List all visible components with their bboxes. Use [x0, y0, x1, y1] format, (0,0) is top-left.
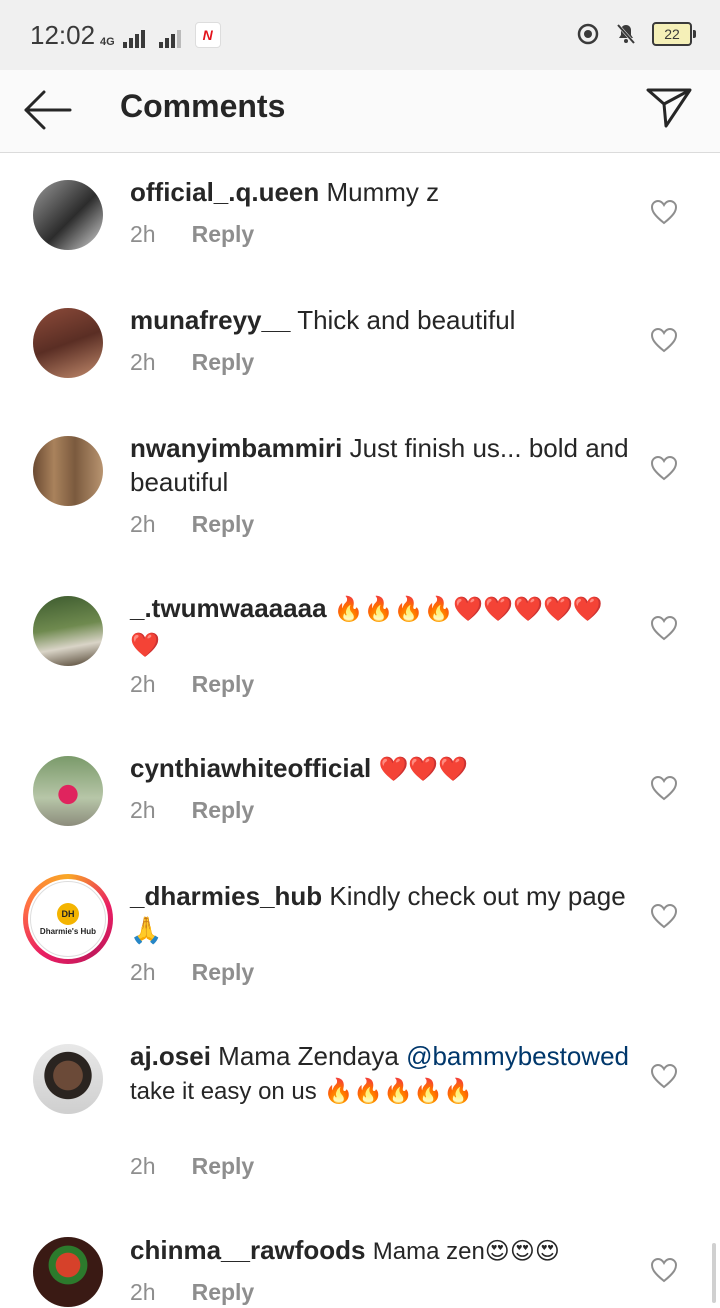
like-heart-icon[interactable] [650, 615, 678, 641]
reply-button[interactable]: Reply [192, 1279, 255, 1306]
comment-time: 2h [130, 1279, 156, 1305]
comment-meta: 2h Reply [130, 671, 254, 698]
comment-time: 2h [130, 349, 156, 375]
status-network-group: 4G N [100, 22, 221, 48]
avatar[interactable] [33, 1044, 103, 1114]
comment-body: _.twumwaaaaaa 🔥🔥🔥🔥❤️❤️❤️❤️❤️❤️ [130, 591, 630, 663]
comment-meta: 2h Reply [130, 1153, 254, 1180]
comment-text: ❤️❤️❤️ [378, 756, 469, 783]
comment-username[interactable]: munafreyy__ [130, 305, 290, 335]
avatar-story-ring[interactable]: DH Dharmie's Hub [23, 874, 113, 964]
status-system-group: 22 [576, 22, 696, 46]
avatar[interactable] [33, 756, 103, 826]
like-heart-icon[interactable] [650, 775, 678, 801]
notification-app-icon: N [194, 22, 221, 48]
comment-text-before: Mama Zendaya [218, 1041, 399, 1071]
comment-username[interactable]: _.twumwaaaaaa [130, 593, 327, 623]
comment-text: Mama zen😍😍😍 [372, 1238, 560, 1265]
comment-username[interactable]: official_.q.ueen [130, 177, 319, 207]
mention-link[interactable]: @bammybestowed [406, 1041, 629, 1071]
avatar[interactable] [33, 596, 103, 666]
brand-logo: DH [57, 902, 79, 925]
comments-list[interactable]: official_.q.ueen Mummy z 2h Reply munafr… [0, 153, 720, 1308]
comment-time: 2h [130, 511, 156, 537]
back-arrow-icon[interactable] [22, 84, 74, 136]
comment-meta: 2h Reply [130, 1279, 254, 1306]
signal-icon [122, 28, 145, 48]
comment-body: chinma__rawfoods Mama zen😍😍😍 [130, 1233, 630, 1269]
avatar[interactable] [33, 436, 103, 506]
comment-body: cynthiawhiteofficial ❤️❤️❤️ [130, 751, 630, 787]
like-heart-icon[interactable] [650, 903, 678, 929]
reply-button[interactable]: Reply [192, 349, 255, 376]
scrollbar[interactable] [712, 1243, 716, 1303]
like-heart-icon[interactable] [650, 1063, 678, 1089]
comment-time: 2h [130, 1153, 156, 1179]
comment-text: Thick and beautiful [297, 305, 516, 335]
status-bar: 12:02 4G N 22 [0, 0, 720, 70]
like-heart-icon[interactable] [650, 327, 678, 353]
like-heart-icon[interactable] [650, 199, 678, 225]
reply-button[interactable]: Reply [192, 959, 255, 986]
comment-meta: 2h Reply [130, 221, 254, 248]
comment-body: official_.q.ueen Mummy z [130, 175, 630, 209]
brand-name: Dharmie's Hub [39, 926, 97, 936]
comments-header: Comments [0, 70, 720, 153]
comment-username[interactable]: aj.osei [130, 1041, 211, 1071]
direct-share-icon[interactable] [644, 80, 696, 132]
battery-icon: 22 [652, 22, 696, 46]
avatar[interactable] [33, 180, 103, 250]
comment-username[interactable]: chinma__rawfoods [130, 1235, 366, 1265]
data-saver-icon [577, 23, 599, 45]
comment-time: 2h [130, 671, 156, 697]
reply-button[interactable]: Reply [192, 1153, 255, 1180]
comment-meta: 2h Reply [130, 797, 254, 824]
avatar[interactable] [33, 1237, 103, 1307]
network-type-label: 4G [100, 36, 115, 48]
reply-button[interactable]: Reply [192, 511, 255, 538]
page-title: Comments [120, 88, 286, 124]
comment-text-after: take it easy on us 🔥🔥🔥🔥🔥 [130, 1078, 473, 1105]
reply-button[interactable]: Reply [192, 797, 255, 824]
like-heart-icon[interactable] [650, 1257, 678, 1283]
comment-meta: 2h Reply [130, 511, 254, 538]
comment-text: Mummy z [326, 177, 440, 207]
comment-username[interactable]: cynthiawhiteofficial [130, 753, 371, 783]
avatar[interactable] [33, 308, 103, 378]
comment-username[interactable]: nwanyimbammiri [130, 433, 342, 463]
comment-body: nwanyimbammiri Just finish us... bold an… [130, 431, 630, 499]
comment-time: 2h [130, 959, 156, 985]
reply-button[interactable]: Reply [192, 221, 255, 248]
comment-body: aj.osei Mama Zendaya @bammybestowed take… [130, 1039, 630, 1109]
comment-body: munafreyy__ Thick and beautiful [130, 303, 630, 337]
mute-notifications-icon [616, 24, 636, 44]
comment-username[interactable]: _dharmies_hub [130, 881, 322, 911]
comment-time: 2h [130, 221, 156, 247]
comment-meta: 2h Reply [130, 959, 254, 986]
comment-time: 2h [130, 797, 156, 823]
signal-icon-2 [158, 28, 181, 48]
comment-body: _dharmies_hub Kindly check out my page 🙏 [130, 879, 630, 947]
status-time: 12:02 [30, 20, 96, 50]
comment-meta: 2h Reply [130, 349, 254, 376]
battery-level: 22 [664, 26, 680, 42]
like-heart-icon[interactable] [650, 455, 678, 481]
reply-button[interactable]: Reply [192, 671, 255, 698]
